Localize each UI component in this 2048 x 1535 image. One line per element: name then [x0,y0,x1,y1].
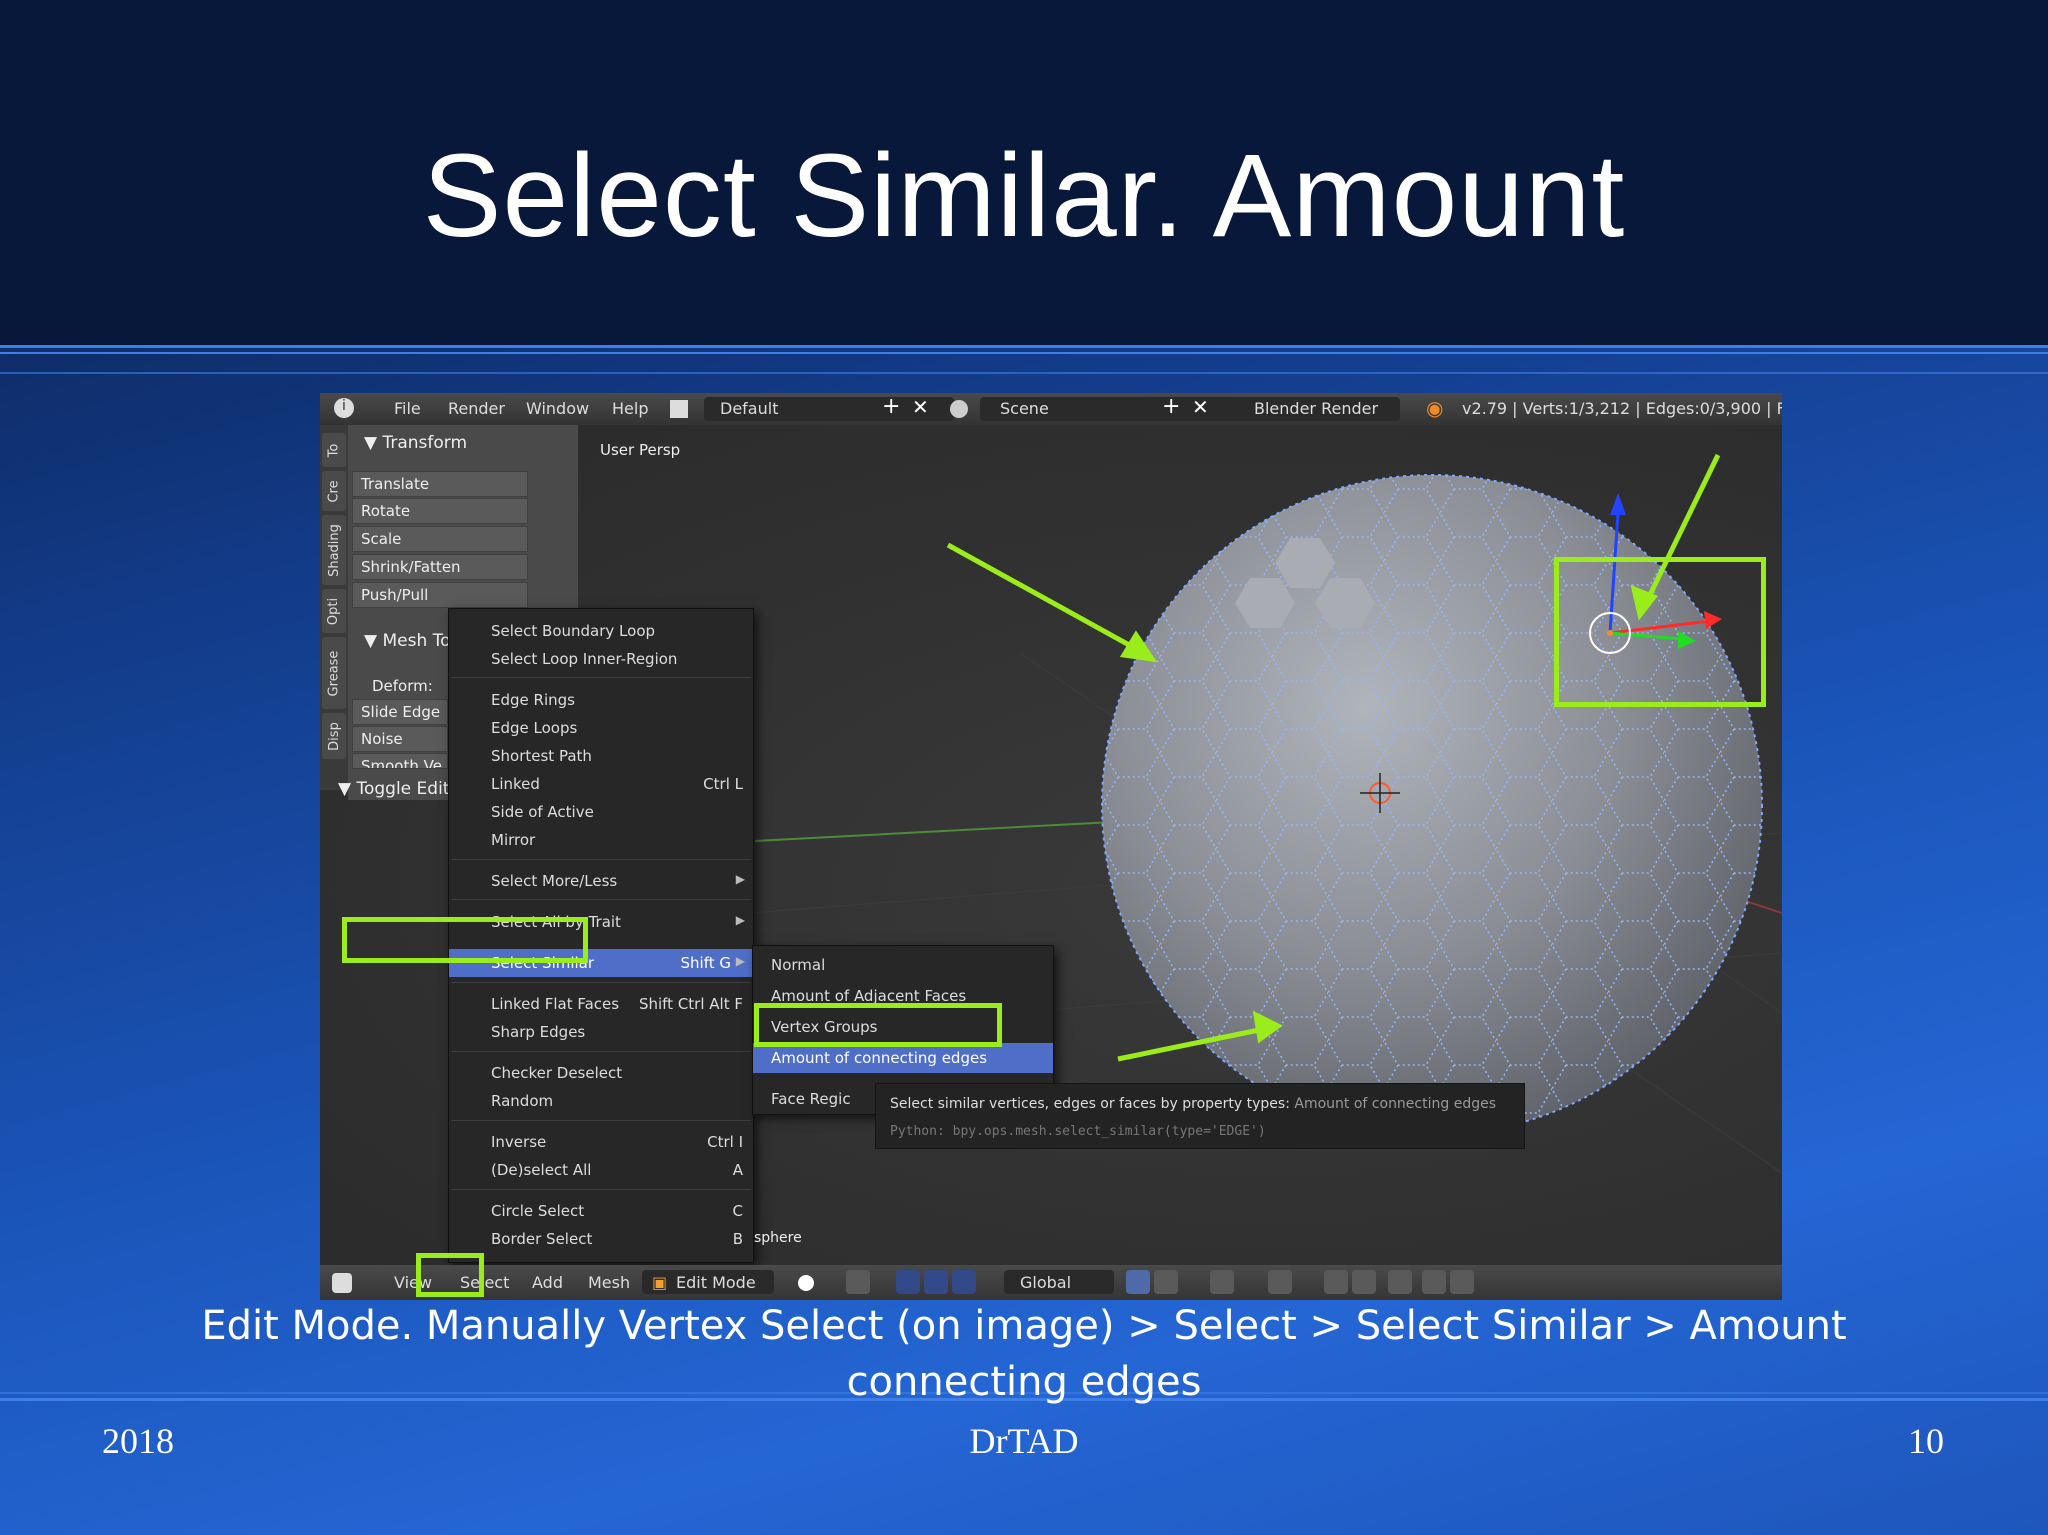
arrow-to-edges [1117,1026,1265,1062]
blender-screenshot: i File Render Window Help Default + ✕ Sc… [320,393,1782,1300]
slide-title: Select Similar. Amount [422,130,1626,262]
annotation-arrows [946,453,1721,1062]
arrow-to-manipulator [1643,453,1721,605]
divider-line [0,352,2048,354]
footer-page-number: 10 [1908,1421,1944,1461]
arrow-to-sphere [946,542,1142,654]
divider-line [0,372,2048,374]
footer-author: DrTAD [969,1421,1079,1461]
slide-caption: Edit Mode. Manually Vertex Select (on im… [201,1303,1847,1405]
divider-line [0,345,2048,348]
